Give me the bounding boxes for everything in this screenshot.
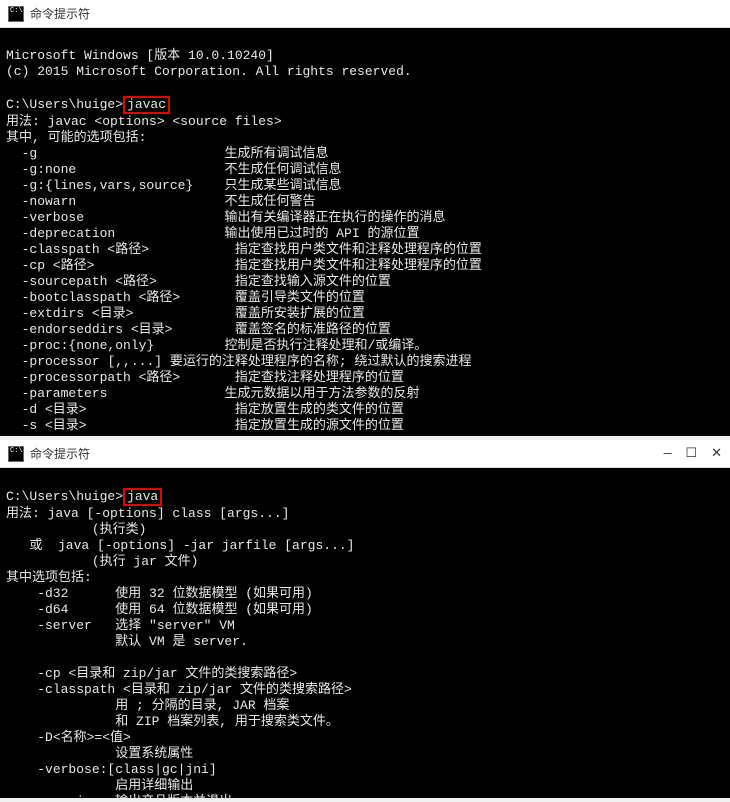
option-desc: 输出有关编译器正在执行的操作的消息 [224,210,445,225]
usage-sub: (执行类) [6,522,146,537]
option-desc: 指定放置生成的类文件的位置 [235,402,404,417]
prompt: C:\Users\huige> [6,97,123,112]
option-desc: 覆盖签名的标准路径的位置 [235,322,391,337]
option-desc: 指定查找用户类文件和注释处理程序的位置 [235,242,482,257]
option-flag: -processor [,,...] [22,354,162,369]
console-output[interactable]: Microsoft Windows [版本 10.0.10240] (c) 20… [0,28,730,436]
option-desc: 指定放置生成的源文件的位置 [235,418,404,433]
window-title: 命令提示符 [30,445,90,462]
option-desc: 选择 "server" VM [115,618,235,633]
option-flag: -d64 [6,602,68,617]
option-desc: 不生成任何警告 [224,194,315,209]
usage-sub: (执行 jar 文件) [6,554,198,569]
option-desc: 控制是否执行注释处理和/或编译。 [224,338,427,353]
usage-line: 用法: java [-options] class [args...] [6,506,289,521]
option-desc: 用 ; 分隔的目录, JAR 档案 [115,698,289,713]
option-flag: -s <目录> [6,418,87,433]
option-flag: -D<名称>=<值> [37,730,131,745]
option-desc: 和 ZIP 档案列表, 用于搜索类文件。 [115,714,339,729]
option-desc: 输出使用已过时的 API 的源位置 [224,226,419,241]
cmd-icon [8,6,24,22]
close-button[interactable]: ✕ [711,446,722,461]
ms-header-line: Microsoft Windows [版本 10.0.10240] [6,48,274,63]
option-desc: 启用详细输出 [115,778,193,793]
option-flag: -g:{lines,vars,source} [6,178,193,193]
options-heading: 其中选项包括: [6,570,92,585]
option-desc: 输出产品版本并退出 [115,794,232,798]
titlebar[interactable]: 命令提示符 — ☐ ✕ [0,440,730,468]
option-flag: -d32 [6,586,68,601]
console-output[interactable]: C:\Users\huige> java 用法: java [-options] … [0,468,730,798]
typed-command: java [127,489,158,504]
option-desc: 生成元数据以用于方法参数的反射 [224,386,419,401]
option-flag: -g:none [6,162,76,177]
option-desc: 默认 VM 是 server. [115,634,248,649]
prompt: C:\Users\huige> [6,489,123,504]
command-highlight: javac [123,96,170,114]
option-desc: 覆盖引导类文件的位置 [235,290,365,305]
option-desc: 指定查找注释处理程序的位置 [235,370,404,385]
minimize-button[interactable]: — [664,446,672,461]
option-flag: -g [6,146,37,161]
option-flag: -cp <路径> [6,258,94,273]
cmd-window-javac: 命令提示符 Microsoft Windows [版本 10.0.10240] … [0,0,730,436]
option-desc: 不生成任何调试信息 [224,162,341,177]
option-flag: -bootclasspath <路径> [6,290,180,305]
option-flag: -verbose [6,210,84,225]
usage-line: 或 java [-options] -jar jarfile [args...] [6,538,354,553]
options-heading: 其中, 可能的选项包括: [6,130,146,145]
option-flag: -classpath <目录和 zip/jar 文件的类搜索路径> [37,682,352,697]
typed-command: javac [127,97,166,112]
option-desc: 使用 32 位数据模型 (如果可用) [115,586,313,601]
option-flag: -classpath <路径> [6,242,149,257]
option-flag: -d <目录> [6,402,87,417]
option-desc: 指定查找输入源文件的位置 [235,274,391,289]
option-flag: -version [6,794,100,798]
option-desc: 覆盖所安装扩展的位置 [235,306,365,321]
option-flag: -deprecation [6,226,115,241]
option-desc: 生成所有调试信息 [224,146,328,161]
option-desc: 设置系统属性 [115,746,193,761]
window-title: 命令提示符 [30,5,90,22]
option-flag: -endorseddirs <目录> [6,322,172,337]
option-flag: -sourcepath <路径> [6,274,157,289]
option-desc: 要运行的注释处理程序的名称; 绕过默认的搜索进程 [170,354,472,369]
option-desc: 只生成某些调试信息 [224,178,341,193]
option-flag: -extdirs <目录> [6,306,133,321]
option-flag: -proc:{none,only} [6,338,154,353]
window-controls: — ☐ ✕ [664,446,722,461]
cmd-window-java: 命令提示符 — ☐ ✕ C:\Users\huige> java 用法: java… [0,440,730,798]
option-flag: -server [6,618,92,633]
usage-line: 用法: javac <options> <source files> [6,114,282,129]
option-desc: 使用 64 位数据模型 (如果可用) [115,602,313,617]
option-flag: -processorpath <路径> [6,370,180,385]
option-flag: -parameters [6,386,107,401]
cmd-icon [8,446,24,462]
command-highlight: java [123,488,162,506]
titlebar[interactable]: 命令提示符 [0,0,730,28]
option-flag: -nowarn [6,194,76,209]
option-flag: -cp <目录和 zip/jar 文件的类搜索路径> [37,666,297,681]
copyright-line: (c) 2015 Microsoft Corporation. All righ… [6,64,412,79]
maximize-button[interactable]: ☐ [685,446,697,461]
option-desc: 指定查找用户类文件和注释处理程序的位置 [235,258,482,273]
